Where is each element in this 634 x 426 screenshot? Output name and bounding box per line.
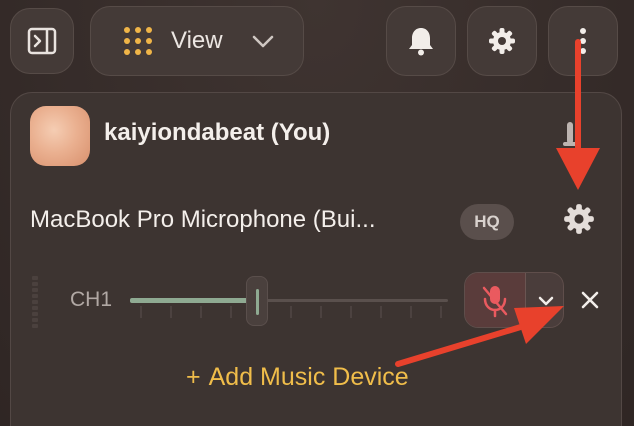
participant-name: kaiyiondabeat (You) [104, 119, 331, 146]
gear-icon [489, 28, 515, 54]
remove-channel-button[interactable] [574, 284, 606, 316]
device-settings-gear-icon[interactable] [563, 203, 595, 235]
volume-slider[interactable] [128, 276, 450, 326]
slider-tick [350, 306, 352, 318]
sidebar-toggle-button[interactable] [10, 8, 74, 74]
plus-icon: + [186, 363, 201, 391]
channel-label: CH1 [70, 288, 113, 311]
slider-tick [140, 306, 142, 318]
quality-badge: HQ [460, 204, 514, 240]
level-meter [32, 276, 38, 330]
avatar [30, 106, 90, 166]
view-menu-button[interactable]: View [90, 6, 304, 76]
add-music-device-label: Add Music Device [208, 363, 409, 391]
more-vertical-icon [580, 28, 586, 54]
slider-tick [410, 306, 412, 318]
mute-button[interactable] [465, 273, 525, 327]
close-icon [581, 291, 599, 309]
slider-tick [290, 306, 292, 318]
mute-control-group [464, 272, 564, 328]
mute-options-dropdown[interactable] [525, 273, 563, 327]
slider-tick [380, 306, 382, 318]
volume-slider-handle[interactable] [246, 276, 269, 326]
view-label: View [171, 27, 223, 54]
microphone-muted-icon [482, 286, 508, 318]
slider-tick [440, 306, 442, 318]
more-options-button[interactable] [548, 6, 618, 76]
chevron-down-icon [538, 296, 553, 306]
slider-tick [320, 306, 322, 318]
slider-tick [170, 306, 172, 318]
sidebar-toggle-icon [27, 27, 57, 55]
slider-tick [200, 306, 202, 318]
notifications-button[interactable] [386, 6, 456, 76]
slider-tick [230, 306, 232, 318]
input-device-name[interactable]: MacBook Pro Microphone (Bui... [30, 206, 375, 234]
pin-icon[interactable] [560, 120, 580, 150]
bell-icon [409, 28, 433, 56]
grid-icon [124, 27, 152, 55]
chevron-down-icon [252, 35, 274, 48]
settings-button[interactable] [467, 6, 537, 76]
add-music-device-button[interactable]: + Add Music Device [186, 363, 409, 392]
